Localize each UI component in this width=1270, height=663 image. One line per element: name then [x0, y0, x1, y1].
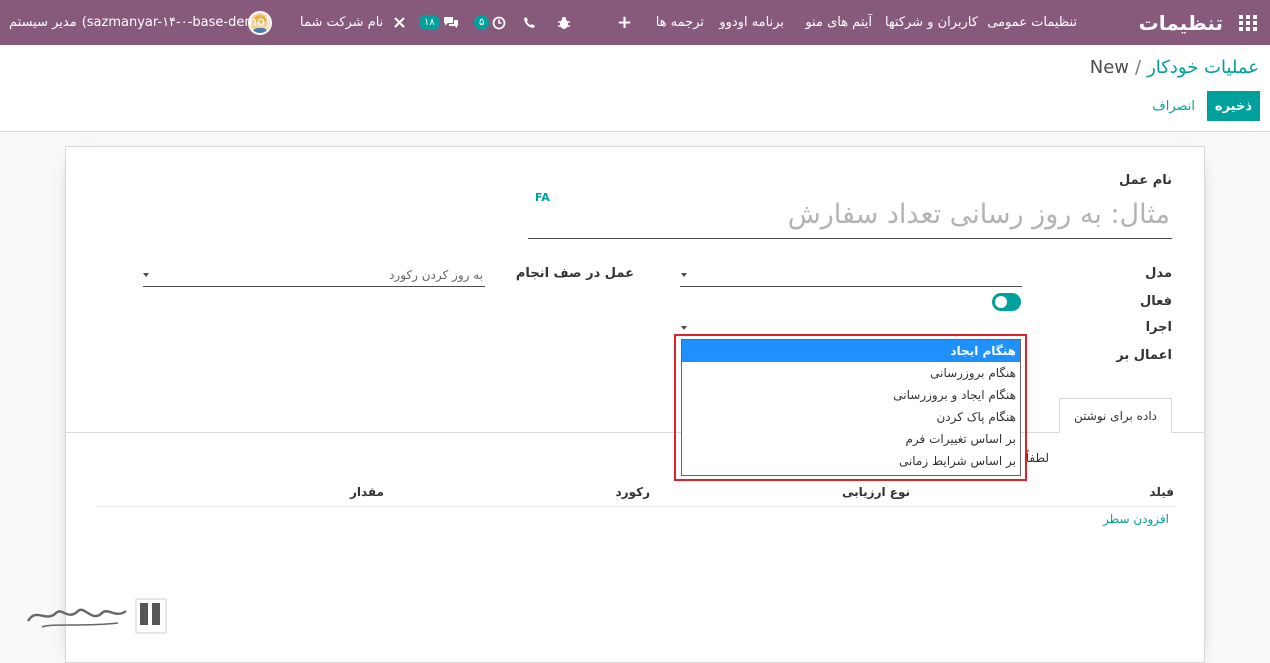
active-toggle[interactable] [992, 293, 1021, 311]
trigger-label: اجرا [1145, 320, 1172, 335]
control-panel: عملیات خودکار/New ذخیره انصراف [0, 45, 1270, 132]
column-header-value[interactable]: مقدار [350, 485, 384, 499]
messages-count-badge: ۱۸ [419, 15, 440, 30]
database-name: (sazmanyar-۱۴-۰-base-demo) [81, 15, 271, 30]
notebook-tab-divider [66, 432, 1204, 433]
messages-menu[interactable]: ۱۸ [419, 0, 459, 45]
model-select[interactable] [680, 265, 1022, 287]
red-highlight-annotation [674, 334, 1027, 481]
menu-users-companies[interactable]: کاربران و شرکتها [885, 0, 978, 45]
model-label: مدل [1145, 266, 1172, 281]
breadcrumb-separator: / [1135, 57, 1142, 78]
app-brand-title[interactable]: تنظیمات [1139, 0, 1223, 45]
apps-menu-icon[interactable] [1239, 0, 1257, 45]
menu-odoo-app[interactable]: برنامه اودوو [719, 0, 784, 45]
action-to-do-label: عمل در صف انجام [515, 266, 634, 281]
model-dropdown-caret-icon[interactable] [681, 273, 687, 277]
top-navbar: تنظیمات تنظیمات عمومی کاربران و شرکتها آ… [0, 0, 1270, 45]
discard-button[interactable]: انصراف [1147, 91, 1200, 121]
trigger-dropdown-caret-icon[interactable] [681, 326, 687, 330]
clock-icon [492, 16, 506, 29]
action-name-input[interactable] [528, 191, 1172, 239]
action-name-label: نام عمل [1118, 173, 1172, 188]
activity-count-badge: ۵ [474, 15, 490, 30]
breadcrumb: عملیات خودکار/New [1090, 57, 1259, 78]
menu-general-settings[interactable]: تنظیمات عمومی [987, 0, 1077, 45]
breadcrumb-current: New [1089, 57, 1130, 78]
active-label: فعال [1139, 294, 1172, 309]
company-switcher-label[interactable]: نام شرکت شما [300, 0, 383, 45]
quick-create-plus-icon[interactable]: + [617, 0, 632, 45]
column-header-evaluation-type[interactable]: نوع ارزیابی [842, 485, 910, 499]
column-header-record[interactable]: رکورد [616, 485, 650, 499]
watermark-logo [22, 593, 172, 641]
translate-lang-button[interactable]: FA [535, 191, 550, 204]
menu-translations[interactable]: ترجمه ها [656, 0, 704, 45]
save-button[interactable]: ذخیره [1206, 91, 1260, 121]
activity-menu[interactable]: ۵ [474, 0, 506, 45]
action-dropdown-caret-icon[interactable] [143, 273, 149, 277]
tab-data-to-write[interactable]: داده برای نوشتن [1059, 398, 1172, 433]
values-table-header: فیلد نوع ارزیابی رکورد مقدار [98, 479, 1174, 507]
column-header-field[interactable]: فیلد [1149, 485, 1174, 499]
debug-bug-icon[interactable] [557, 0, 571, 45]
switch-company-icon[interactable] [393, 0, 406, 45]
action-to-do-select[interactable]: به روز کردن رکورد [143, 265, 485, 287]
chat-bubbles-icon [443, 17, 458, 28]
user-menu-label[interactable]: مدیر سیستم (sazmanyar-۱۴-۰-base-demo) [9, 0, 270, 45]
apply-on-label: اعمال بر [1116, 348, 1172, 363]
menu-menu-items[interactable]: آیتم های منو [805, 0, 872, 45]
phone-icon[interactable] [523, 0, 536, 45]
breadcrumb-parent-link[interactable]: عملیات خودکار [1147, 57, 1259, 78]
add-line-link[interactable]: افزودن سطر [1103, 512, 1169, 526]
user-name: مدیر سیستم [9, 15, 77, 30]
form-sheet: نام عمل FA مدل عمل در صف انجام به روز کر… [65, 146, 1205, 663]
